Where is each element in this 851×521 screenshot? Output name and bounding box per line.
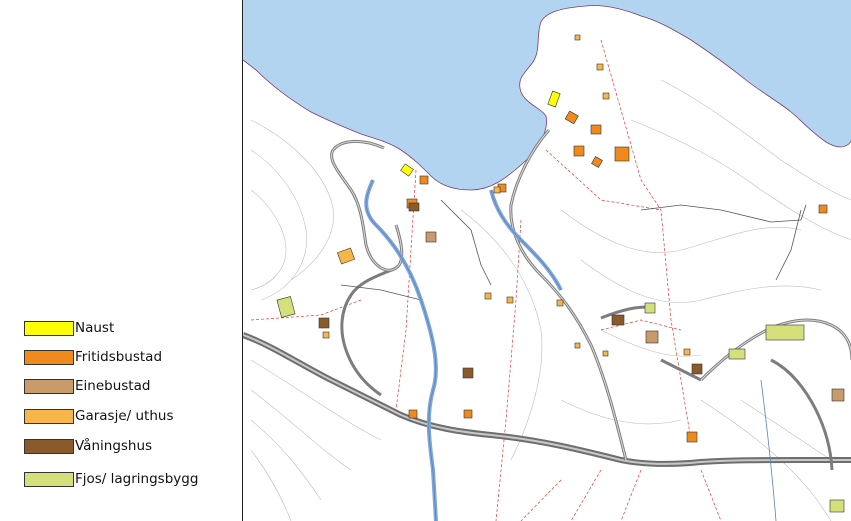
building-fritidsbustad: [573, 145, 585, 157]
legend-label-naust: Naust: [75, 320, 115, 336]
map-legend: Naust Fritidsbustad Einebustad Garasje/ …: [0, 0, 242, 521]
building-einebustad: [645, 330, 659, 344]
building-fjos-lagringsbygg: [644, 302, 656, 314]
building-fjos-lagringsbygg: [829, 499, 845, 513]
legend-swatch-fritidsbustad: [24, 349, 74, 365]
legend-label-fritidsbustad: Fritidsbustad: [75, 349, 163, 365]
main-road: [243, 332, 851, 467]
streams: [364, 179, 563, 521]
building-vaningshus: [318, 317, 330, 329]
building-garasje-uthus: [322, 331, 330, 339]
building-fritidsbustad: [564, 110, 579, 125]
building-garasje-uthus: [484, 292, 492, 300]
building-garasje-uthus: [683, 348, 691, 356]
contour-lines: [250, 79, 851, 521]
building-fritidsbustad: [686, 431, 698, 443]
legend-swatch-fjos-lagringsbygg: [24, 471, 74, 487]
building-fritidsbustad: [419, 175, 429, 185]
map-canvas[interactable]: [242, 0, 851, 521]
legend-item-einebustad: [24, 377, 74, 395]
legend-label-vaningshus: Våningshus: [75, 438, 153, 454]
building-garasje-uthus: [596, 63, 604, 71]
legend-item-fritidsbustad: [24, 348, 74, 366]
building-garasje-uthus: [574, 342, 581, 349]
building-fjos-lagringsbygg: [765, 324, 805, 341]
building-fjos-lagringsbygg: [728, 348, 746, 360]
streams-thin: [365, 179, 777, 521]
building-einebustad: [425, 231, 437, 243]
legend-swatch-vaningshus: [24, 438, 74, 454]
building-vaningshus: [611, 314, 625, 326]
legend-swatch-naust: [24, 320, 74, 336]
building-vaningshus: [691, 363, 703, 375]
legend-item-garasje-uthus: [24, 407, 74, 425]
legend-swatch-einebustad: [24, 378, 74, 394]
building-fritidsbustad: [614, 146, 630, 162]
building-garasje-uthus: [602, 350, 609, 357]
legend-item-fjos-lagringsbygg: [24, 470, 74, 488]
building-fritidsbustad: [591, 156, 603, 168]
building-garasje-uthus: [574, 34, 581, 41]
building-fritidsbustad: [408, 409, 418, 419]
building-garasje-uthus: [493, 186, 501, 194]
building-fritidsbustad: [818, 204, 828, 214]
building-naust: [547, 90, 561, 108]
building-garasje-uthus: [602, 92, 610, 100]
building-naust: [400, 163, 414, 177]
building-fritidsbustad: [463, 409, 473, 419]
building-fritidsbustad: [590, 124, 602, 135]
building-vaningshus: [462, 367, 474, 379]
building-garasje-uthus: [556, 299, 564, 307]
building-fjos-lagringsbygg: [276, 296, 296, 318]
legend-item-vaningshus: [24, 437, 74, 455]
legend-label-garasje-uthus: Garasje/ uthus: [75, 408, 174, 424]
map-svg: [243, 0, 851, 521]
building-vaningshus: [408, 202, 420, 212]
building-garasje-uthus: [506, 296, 514, 304]
legend-label-fjos-lagringsbygg: Fjos/ lagringsbygg: [75, 471, 199, 487]
legend-swatch-garasje-uthus: [24, 408, 74, 424]
legend-item-naust: [24, 319, 74, 337]
building-einebustad: [831, 388, 845, 402]
legend-label-einebustad: Einebustad: [75, 378, 151, 394]
building-garasje-uthus: [336, 247, 356, 265]
